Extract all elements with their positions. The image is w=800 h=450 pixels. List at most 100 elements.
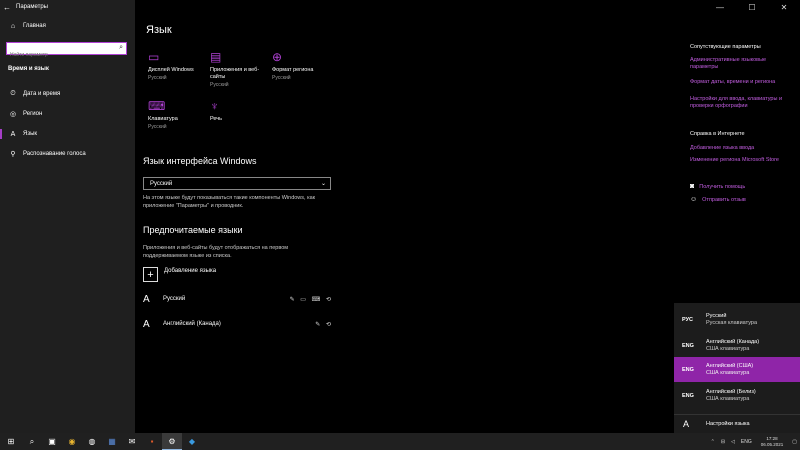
flyout-line2: США клавиатура bbox=[706, 369, 750, 376]
chrome-icon: ◉ bbox=[68, 437, 76, 446]
interface-language-select[interactable]: Русский ⌄ bbox=[143, 177, 331, 190]
tile-sub: Русский bbox=[210, 82, 229, 88]
tile-keyboard[interactable]: ⌨ Клавиатура Русский bbox=[148, 99, 208, 130]
language-icon: A bbox=[683, 418, 690, 429]
sidebar: ← Параметры ⌂ Главная ⌕ Время и язык ⏲ Д… bbox=[0, 0, 135, 433]
flyout-line2: США клавиатура bbox=[706, 345, 750, 352]
language-name: Русский bbox=[163, 296, 186, 302]
language-icon: A bbox=[143, 318, 150, 330]
section-heading: Время и язык bbox=[8, 66, 49, 72]
sidebar-item-label: Язык bbox=[23, 131, 38, 137]
input-language-indicator[interactable]: ENG bbox=[741, 439, 752, 445]
sidebar-item-home[interactable]: ⌂ Главная bbox=[0, 16, 135, 36]
start-button[interactable]: ⊞ bbox=[0, 433, 22, 450]
taskbar: ⊞ ⌕ ▣ ◉ ◍ ▦ ✉ ▪ ⚙ ◆ ⌃ ⊟ ◁ ENG 17:28 06.0… bbox=[0, 433, 800, 450]
minimize-icon[interactable]: — bbox=[704, 0, 736, 14]
tile-label: Формат региона bbox=[272, 67, 314, 73]
clock[interactable]: 17:28 06.05.2021 bbox=[761, 436, 784, 448]
tile-sub: Русский bbox=[272, 75, 291, 81]
language-row-russian[interactable]: A Русский ✎ ▭ ⌨ ⟲ bbox=[143, 290, 333, 308]
flyout-line2: США клавиатура bbox=[706, 395, 750, 402]
task-view-icon: ▣ bbox=[48, 437, 56, 446]
search-icon: ⌕ bbox=[119, 44, 123, 51]
language-settings-label: Настройки языка bbox=[706, 420, 750, 427]
language-settings-link[interactable]: A Настройки языка bbox=[674, 414, 800, 432]
search-input[interactable] bbox=[7, 49, 112, 61]
tile-region-format[interactable]: ⊕ Формат региона Русский bbox=[272, 50, 332, 81]
language-icon: A bbox=[143, 293, 150, 305]
interface-language-description: На этом языке будут показываться такие к… bbox=[143, 195, 316, 209]
mail-taskbar-button[interactable]: ✉ bbox=[122, 433, 142, 450]
mail-icon: ✉ bbox=[128, 437, 136, 446]
sidebar-item-region[interactable]: ◎ Регион bbox=[0, 104, 135, 124]
feedback-icon: ☺ bbox=[690, 196, 698, 203]
flyout-item-english-us[interactable]: ENG Английский (США) США клавиатура bbox=[674, 357, 800, 382]
sidebar-item-speech[interactable]: ⚲ Распознавание голоса bbox=[0, 144, 135, 164]
sidebar-item-label: Распознавание голоса bbox=[23, 151, 86, 157]
globe-icon: ⊕ bbox=[272, 50, 283, 64]
link-typing-settings[interactable]: Настройки для ввода, клавиатуры и провер… bbox=[690, 96, 790, 110]
link-add-input-language[interactable]: Добавление языка ввода bbox=[690, 145, 790, 152]
get-help-label: Получить помощь bbox=[699, 183, 746, 190]
language-row-english-canada[interactable]: A Английский (Канада) ✎ ⟲ bbox=[143, 315, 333, 333]
app-taskbar-button[interactable]: ▦ bbox=[102, 433, 122, 450]
tile-label: Клавиатура bbox=[148, 116, 178, 122]
settings-taskbar-button[interactable]: ⚙ bbox=[162, 433, 182, 450]
add-language-label[interactable]: Добавление языка bbox=[164, 268, 216, 274]
link-change-store-region[interactable]: Изменение региона Microsoft Store bbox=[690, 157, 790, 164]
search-field[interactable]: ⌕ bbox=[6, 42, 127, 61]
tile-sub: Русский bbox=[148, 124, 167, 130]
feedback-label: Отправить отзыв bbox=[702, 196, 746, 203]
get-help-link[interactable]: ◙ Получить помощь bbox=[690, 183, 745, 190]
close-icon[interactable]: ✕ bbox=[768, 0, 800, 14]
flyout-line1: Английский (Белиз) bbox=[706, 388, 756, 395]
task-view-button[interactable]: ▣ bbox=[42, 433, 62, 450]
steam-taskbar-button[interactable]: ◍ bbox=[82, 433, 102, 450]
tile-label: Приложения и веб-сайты bbox=[210, 67, 260, 80]
feedback-link[interactable]: ☺ Отправить отзыв bbox=[690, 196, 746, 203]
gear-icon: ⚙ bbox=[168, 436, 176, 446]
plus-icon: + bbox=[147, 268, 154, 281]
tile-sub: Русский bbox=[148, 75, 167, 81]
sidebar-item-label: Дата и время bbox=[23, 91, 61, 97]
titlebar: ← Параметры bbox=[0, 0, 135, 14]
maximize-icon[interactable]: ☐ bbox=[736, 0, 768, 14]
flyout-item-english-belize[interactable]: ENG Английский (Белиз) США клавиатура bbox=[674, 383, 800, 408]
chevron-down-icon: ⌄ bbox=[320, 181, 326, 187]
search-icon: ⌕ bbox=[29, 436, 35, 446]
other-taskbar-button[interactable]: ◆ bbox=[182, 433, 202, 450]
media-taskbar-button[interactable]: ▪ bbox=[142, 433, 162, 450]
tile-windows-display[interactable]: ▭ Дисплей Windows Русский bbox=[148, 50, 208, 81]
sidebar-item-language[interactable]: A Язык bbox=[0, 124, 135, 144]
flyout-line1: Английский (Канада) bbox=[706, 338, 760, 345]
flyout-item-english-canada[interactable]: ENG Английский (Канада) США клавиатура bbox=[674, 333, 800, 358]
tile-apps-websites[interactable]: ▤ Приложения и веб-сайты Русский bbox=[210, 50, 270, 88]
search-button[interactable]: ⌕ bbox=[22, 433, 42, 450]
add-language-button[interactable]: + bbox=[143, 267, 158, 282]
language-features: ✎ ▭ ⌨ ⟲ bbox=[289, 296, 333, 303]
back-arrow-icon[interactable]: ← bbox=[0, 3, 14, 12]
language-flyout: РУС Русский Русская клавиатура ENG Англий… bbox=[674, 303, 800, 433]
volume-icon[interactable]: ◁ bbox=[731, 439, 735, 445]
interface-language-heading: Язык интерфейса Windows bbox=[143, 156, 257, 166]
network-icon[interactable]: ⊟ bbox=[721, 439, 725, 445]
language-name: Английский (Канада) bbox=[163, 321, 221, 327]
link-admin-language[interactable]: Административные языковые параметры bbox=[690, 57, 790, 71]
app-icon: ◆ bbox=[188, 437, 196, 446]
tile-label: Дисплей Windows bbox=[148, 67, 194, 73]
chrome-taskbar-button[interactable]: ◉ bbox=[62, 433, 82, 450]
link-date-format[interactable]: Формат даты, времени и региона bbox=[690, 79, 790, 86]
chevron-up-icon[interactable]: ⌃ bbox=[711, 439, 715, 445]
flyout-line2: Русская клавиатура bbox=[706, 319, 758, 326]
language-icon: A bbox=[10, 130, 16, 138]
globe-icon: ◎ bbox=[9, 111, 17, 118]
window-title: Параметры bbox=[16, 4, 48, 10]
language-code: ENG bbox=[682, 392, 694, 399]
flyout-line1: Русский bbox=[706, 312, 727, 319]
app-icon: ▦ bbox=[108, 437, 116, 446]
system-tray: ⌃ ⊟ ◁ ENG 17:28 06.05.2021 ▢ bbox=[708, 433, 800, 450]
sidebar-item-date-time[interactable]: ⏲ Дата и время bbox=[0, 84, 135, 104]
notifications-icon[interactable]: ▢ bbox=[792, 439, 797, 445]
flyout-item-russian[interactable]: РУС Русский Русская клавиатура bbox=[674, 307, 800, 332]
tile-speech[interactable]: ♆ Речь bbox=[210, 99, 270, 123]
